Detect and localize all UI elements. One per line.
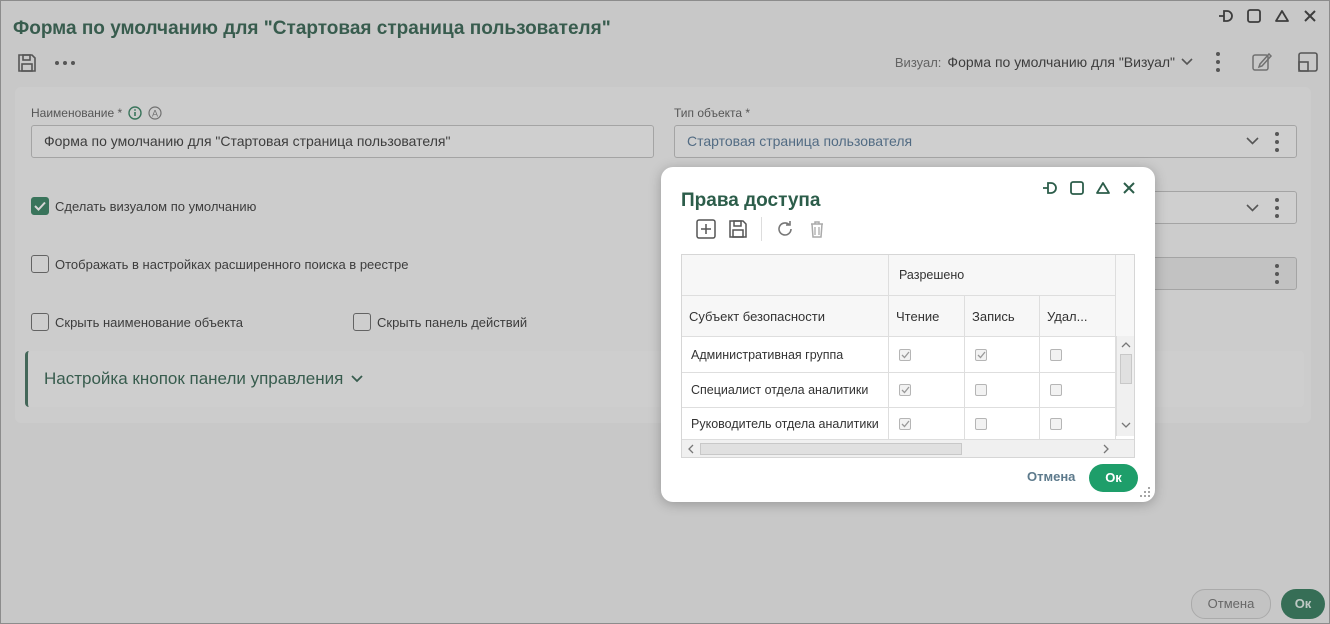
table-cell-read[interactable] <box>889 408 965 439</box>
table-row-subject[interactable]: Специалист отдела аналитики <box>682 373 889 408</box>
table-cell-delete[interactable] <box>1040 373 1116 408</box>
dialog-ok-button[interactable]: Ок <box>1089 464 1138 492</box>
horizontal-scroll-thumb[interactable] <box>700 443 962 455</box>
header-scroll-filler <box>1116 255 1134 337</box>
refresh-icon[interactable] <box>774 218 796 240</box>
table-cell-delete[interactable] <box>1040 337 1116 373</box>
column-header-write[interactable]: Запись <box>965 296 1040 337</box>
table-cell-write[interactable] <box>965 373 1040 408</box>
checkbox-checked[interactable] <box>975 348 987 361</box>
dialog-controls <box>1041 180 1137 196</box>
header-empty-cell <box>682 255 889 296</box>
dialog-cancel-button[interactable]: Отмена <box>1027 469 1075 484</box>
maximize-icon[interactable] <box>1069 180 1085 196</box>
column-header-subject[interactable]: Субъект безопасности <box>682 296 889 337</box>
checkbox-unchecked[interactable] <box>1050 348 1062 361</box>
scroll-right-icon[interactable] <box>1103 444 1110 454</box>
vertical-scrollbar[interactable] <box>1116 336 1134 436</box>
dialog-title: Права доступа <box>681 190 821 211</box>
checkbox-checked[interactable] <box>899 417 911 430</box>
table-cell-read[interactable] <box>889 337 965 373</box>
checkbox-checked[interactable] <box>899 348 911 361</box>
checkbox-unchecked[interactable] <box>1050 384 1062 396</box>
scroll-up-icon[interactable] <box>1121 341 1131 348</box>
pin-icon[interactable] <box>1041 180 1059 196</box>
checkbox-unchecked[interactable] <box>975 384 987 396</box>
access-rights-table: Разрешено Субъект безопасности Чтение За… <box>681 254 1135 458</box>
table-row-subject[interactable]: Руководитель отдела аналитики <box>682 408 889 439</box>
checkbox-checked[interactable] <box>899 384 911 396</box>
column-header-read[interactable]: Чтение <box>889 296 965 337</box>
table-row-subject[interactable]: Административная группа <box>682 337 889 373</box>
collapse-icon[interactable] <box>1095 180 1111 196</box>
access-rights-dialog: Права доступа Разрешено Субъект безопасн… <box>661 167 1155 502</box>
column-header-delete[interactable]: Удал... <box>1040 296 1116 337</box>
checkbox-unchecked[interactable] <box>975 417 987 430</box>
checkbox-unchecked[interactable] <box>1050 417 1062 430</box>
close-icon[interactable] <box>1121 180 1137 196</box>
table-cell-delete[interactable] <box>1040 408 1116 439</box>
vertical-scroll-thumb[interactable] <box>1120 354 1132 384</box>
table-cell-read[interactable] <box>889 373 965 408</box>
add-icon[interactable] <box>695 218 717 240</box>
scroll-down-icon[interactable] <box>1121 422 1131 429</box>
scroll-left-icon[interactable] <box>687 444 694 454</box>
horizontal-scrollbar[interactable] <box>682 439 1134 457</box>
dialog-toolbar <box>695 217 828 241</box>
save-icon[interactable] <box>727 218 749 240</box>
header-allowed: Разрешено <box>889 255 1116 296</box>
table-cell-write[interactable] <box>965 337 1040 373</box>
resize-grip-icon[interactable] <box>1139 486 1151 498</box>
table-cell-write[interactable] <box>965 408 1040 439</box>
delete-icon[interactable] <box>806 218 828 240</box>
